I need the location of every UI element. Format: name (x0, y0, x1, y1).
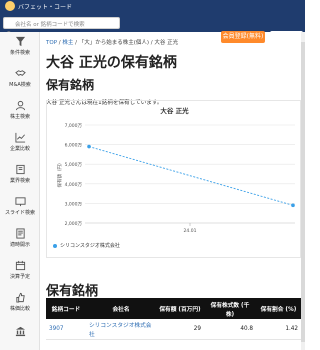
sidebar-item-shareholder[interactable]: 株主検索 (0, 100, 40, 120)
main-content: TOP / 株主 / 「大」から始まる株主(個人) / 大谷 正光 大谷 正光の… (46, 36, 301, 340)
chart-plot: 7,000万 6,000万 5,000万 4,000万 3,000万 2,000万 保有額（… (56, 123, 295, 234)
column-header: 会社名 (86, 298, 156, 319)
document-icon (15, 228, 25, 239)
sidebar-item-label: 業界検索 (9, 178, 30, 184)
y-tick-label: 5,000万 (65, 162, 83, 168)
chart-line-icon (14, 132, 25, 143)
search-input[interactable]: 会社名 or 銘柄コードで検索 (3, 17, 120, 29)
sidebar-item-label: 条件検索 (9, 50, 30, 56)
bank-icon (15, 326, 25, 337)
top-bar: バフェット・コード (0, 0, 305, 14)
legend-dot-icon (53, 243, 57, 248)
sidebar-item-filter[interactable]: 条件検索 (0, 36, 40, 56)
sidebar-item-bank[interactable] (0, 326, 40, 339)
handshake-icon (14, 70, 26, 76)
sidebar-item-slides[interactable]: スライド検索 (0, 196, 40, 216)
sidebar-item-label: 企業比較 (9, 146, 30, 152)
data-point (87, 144, 91, 149)
y-tick-label: 6,000万 (65, 143, 83, 149)
section-title: 保有銘柄 (46, 78, 95, 92)
sidebar-item-disclosure[interactable]: 適時開示 (0, 228, 40, 248)
holding-chart: 大谷 正光 7,000万 6,000万 5,000万 4,000万 3,000万 2,00… (46, 100, 301, 258)
series-line (88, 146, 294, 206)
data-point (291, 203, 295, 208)
sidebar-item-label: スライド検索 (4, 210, 35, 216)
filter-icon (15, 36, 25, 47)
sidebar-item-price[interactable]: 株価比較 (0, 292, 40, 312)
holding-value: 29 (156, 319, 204, 340)
column-header: 保有額 (百万円) (156, 298, 204, 319)
stock-code-link[interactable]: 3907 (46, 319, 86, 340)
column-header: 保有株式数 (千株) (204, 298, 256, 319)
sidebar-item-label: 株主検索 (9, 114, 30, 120)
y-tick-label: 3,000万 (65, 201, 83, 207)
brand-name: バフェット・コード (18, 3, 73, 11)
sidebar-item-label: 株価比較 (9, 306, 30, 312)
slides-icon (14, 197, 26, 207)
scrollbar[interactable] (301, 32, 305, 350)
holdings-table: 銘柄コード 会社名 保有額 (百万円) 保有株式数 (千株) 保有割合 (%) … (46, 298, 301, 340)
holdings-heading: 保有銘柄 (46, 284, 99, 299)
sidebar-item-label: 適時開示 (9, 242, 30, 248)
sidebar: 条件検索 M&A検索 株主検索 企業比較 業界検索 スライド検索 適時開示 決算… (0, 32, 40, 350)
holding-shares: 40.8 (204, 319, 256, 340)
breadcrumb-top[interactable]: TOP (46, 40, 57, 46)
breadcrumb-shareholders[interactable]: 株主 (62, 40, 73, 46)
brand[interactable]: バフェット・コード (5, 1, 72, 11)
sidebar-item-label: M&A検索 (9, 82, 31, 88)
column-header: 銘柄コード (46, 298, 86, 319)
y-tick-label: 7,000万 (65, 123, 83, 129)
sidebar-item-earnings[interactable]: 決算予定 (0, 260, 40, 280)
user-icon (15, 100, 25, 111)
column-header: 保有割合 (%) (256, 298, 301, 319)
logo-icon (5, 1, 15, 11)
table-row: 3907 シリコンスタジオ株式会社 29 40.8 1.42 (46, 319, 301, 340)
x-tick-label: 24.01 (184, 228, 197, 234)
sidebar-item-label: 決算予定 (9, 274, 30, 280)
y-tick-label: 4,000万 (65, 182, 83, 188)
calendar-icon (15, 260, 25, 271)
sidebar-item-ma[interactable]: M&A検索 (0, 68, 40, 88)
y-tick-label: 2,000万 (65, 221, 83, 227)
thumb-icon (15, 292, 25, 303)
book-icon (15, 164, 25, 175)
y-axis-label: 保有額（円） (56, 161, 63, 188)
sidebar-item-compare[interactable]: 企業比較 (0, 132, 40, 152)
page-title: 大谷 正光の保有銘柄 (46, 55, 177, 71)
chart-legend[interactable]: シリコンスタジオ株式会社 (53, 242, 120, 249)
search-bar: 会社名 or 銘柄コードで検索 料金プラン 法人の方へ ログイン 会員登録(無料… (0, 14, 305, 50)
holding-ratio: 1.42 (256, 319, 301, 340)
legend-label: シリコンスタジオ株式会社 (60, 243, 120, 249)
breadcrumb: TOP / 株主 / 「大」から始まる株主(個人) / 大谷 正光 (46, 40, 179, 46)
sidebar-item-industry[interactable]: 業界検索 (0, 164, 40, 184)
table-header-row: 銘柄コード 会社名 保有額 (百万円) 保有株式数 (千株) 保有割合 (%) (46, 298, 301, 319)
scrollbar-thumb[interactable] (301, 42, 305, 342)
company-name-link[interactable]: シリコンスタジオ株式会社 (86, 319, 156, 340)
breadcrumb-current: 「大」から始まる株主(個人) / 大谷 正光 (78, 40, 179, 46)
